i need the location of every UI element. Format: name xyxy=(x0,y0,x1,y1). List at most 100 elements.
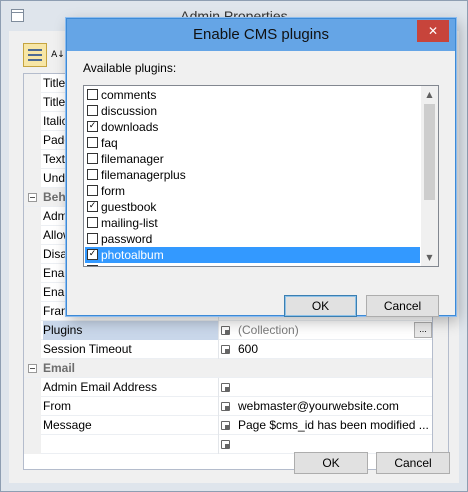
plugin-list-item[interactable]: filemanager xyxy=(85,151,420,167)
plugin-list-item[interactable]: discussion xyxy=(85,103,420,119)
row-gutter xyxy=(24,207,41,226)
property-row[interactable] xyxy=(24,435,432,454)
cancel-button[interactable]: Cancel xyxy=(376,452,450,474)
plugin-label: guestbook xyxy=(101,200,157,214)
plugin-list-item[interactable]: mailing-list xyxy=(85,215,420,231)
row-gutter xyxy=(24,340,41,359)
row-gutter xyxy=(24,131,41,150)
plugin-list-item[interactable]: faq xyxy=(85,135,420,151)
column-divider xyxy=(218,435,219,454)
property-value[interactable]: Page $cms_id has been modified ... xyxy=(238,416,430,435)
scroll-down-icon[interactable]: ▼ xyxy=(421,249,438,266)
plugin-list-item[interactable]: filemanagerplus xyxy=(85,167,420,183)
available-plugins-label: Available plugins: xyxy=(83,61,177,75)
row-gutter xyxy=(24,112,41,131)
property-edit-icon xyxy=(221,440,230,449)
collection-editor-button[interactable]: ... xyxy=(414,322,432,338)
plugin-label: faq xyxy=(101,136,118,150)
row-gutter xyxy=(24,283,41,302)
property-row[interactable]: Plugins (Collection)... xyxy=(24,321,432,340)
plugin-label: filemanagerplus xyxy=(101,168,186,182)
column-divider xyxy=(218,340,219,359)
plugin-list-item[interactable]: form xyxy=(85,183,420,199)
property-name xyxy=(43,435,218,454)
plugin-checkbox[interactable] xyxy=(87,89,98,100)
row-gutter xyxy=(24,264,41,283)
plugin-list-item[interactable]: password xyxy=(85,231,420,247)
property-name: Session Timeout xyxy=(43,342,132,356)
plugin-label: photoalbum xyxy=(101,248,164,262)
column-divider xyxy=(218,397,219,416)
categorized-icon xyxy=(28,48,42,62)
plugin-label: downloads xyxy=(101,120,159,134)
property-row[interactable]: Admin Email Address xyxy=(24,378,432,397)
column-divider xyxy=(218,416,219,435)
row-gutter xyxy=(24,321,41,340)
property-name: Plugins xyxy=(43,321,218,340)
property-value[interactable]: 600 xyxy=(238,340,430,359)
plugin-list-item[interactable]: comments xyxy=(85,87,420,103)
property-value[interactable]: (Collection) xyxy=(238,321,430,340)
plugin-label: comments xyxy=(101,88,157,102)
property-name: Email xyxy=(43,361,76,375)
property-name: Admin Email Address xyxy=(43,380,158,394)
row-gutter xyxy=(24,302,41,321)
property-edit-icon xyxy=(221,402,230,411)
collapse-icon[interactable] xyxy=(28,193,37,202)
dialog-title: Enable CMS plugins xyxy=(67,19,455,51)
categorized-view-button[interactable] xyxy=(23,43,47,67)
plugin-list-item[interactable]: ✓ downloads xyxy=(85,119,420,135)
plugin-checkbox[interactable] xyxy=(87,137,98,148)
row-gutter xyxy=(24,169,41,188)
property-row[interactable]: From webmaster@yourwebsite.com xyxy=(24,397,432,416)
plugin-checkbox[interactable]: ✓ xyxy=(87,121,98,132)
plugin-checkbox[interactable] xyxy=(87,169,98,180)
property-row[interactable]: Session Timeout 600 xyxy=(24,340,432,359)
row-gutter xyxy=(24,150,41,169)
row-gutter xyxy=(24,226,41,245)
property-value[interactable]: webmaster@yourwebsite.com xyxy=(238,397,430,416)
plugin-label: password xyxy=(101,232,153,246)
plugin-checkbox[interactable]: ✓ xyxy=(87,201,98,212)
dialog-cancel-button[interactable]: Cancel xyxy=(366,295,439,317)
close-icon[interactable]: ✕ xyxy=(417,20,449,42)
property-category-row[interactable]: Email xyxy=(24,359,432,378)
scroll-up-icon[interactable]: ▲ xyxy=(421,86,438,103)
property-edit-icon xyxy=(221,383,230,392)
property-row[interactable]: Message Page $cms_id has been modified ..… xyxy=(24,416,432,435)
property-edit-icon xyxy=(221,421,230,430)
row-gutter xyxy=(24,416,41,435)
property-name: From xyxy=(43,399,71,413)
row-gutter xyxy=(24,93,41,112)
plugin-checkbox[interactable] xyxy=(87,217,98,228)
property-edit-icon xyxy=(221,326,230,335)
plugin-list-item[interactable] xyxy=(85,263,420,266)
plugin-checkbox[interactable]: ✓ xyxy=(87,249,98,260)
dialog-body: Available plugins: ✓ photoalbum password ma… xyxy=(68,51,454,317)
plugin-checkbox[interactable] xyxy=(87,185,98,196)
plugin-label: filemanager xyxy=(101,152,164,166)
scrollbar-thumb[interactable] xyxy=(424,104,435,200)
enable-cms-plugins-dialog: Enable CMS plugins ✕ Available plugins: … xyxy=(66,18,456,317)
plugin-label: form xyxy=(101,184,125,198)
row-gutter xyxy=(24,397,41,416)
plugin-checkbox[interactable] xyxy=(87,265,98,266)
plugin-checkbox[interactable] xyxy=(87,105,98,116)
dialog-ok-button[interactable]: OK xyxy=(284,295,357,317)
property-value[interactable] xyxy=(238,378,430,397)
column-divider xyxy=(218,321,219,340)
collapse-icon[interactable] xyxy=(28,364,37,373)
plugin-checkbox[interactable] xyxy=(87,233,98,244)
row-gutter xyxy=(24,245,41,264)
plugin-label: mailing-list xyxy=(101,216,158,230)
row-gutter xyxy=(24,378,41,397)
plugins-list-scrollbar[interactable]: ▲ ▼ xyxy=(421,86,438,266)
plugin-checkbox[interactable] xyxy=(87,153,98,164)
row-gutter xyxy=(24,74,41,93)
row-gutter xyxy=(24,435,41,454)
plugins-checked-list[interactable]: ✓ photoalbum password mailing-list ✓ guestboo… xyxy=(83,85,439,267)
plugin-list-item[interactable]: ✓ photoalbum xyxy=(85,247,420,263)
property-name: Message xyxy=(43,418,92,432)
ok-button[interactable]: OK xyxy=(294,452,368,474)
plugin-list-item[interactable]: ✓ guestbook xyxy=(85,199,420,215)
